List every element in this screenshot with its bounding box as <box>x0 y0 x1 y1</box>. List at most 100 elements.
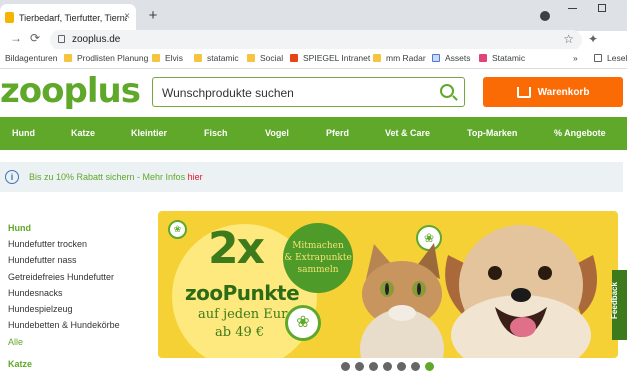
cart-label: Warenkorb <box>537 86 590 98</box>
dog-image <box>445 225 597 358</box>
sidebar-section-hund[interactable]: Hund <box>8 223 148 239</box>
radar-icon <box>373 54 381 62</box>
assets-icon <box>432 54 440 62</box>
reload-icon[interactable]: ⟳ <box>30 31 40 45</box>
profile-icon[interactable] <box>540 11 550 21</box>
tab-close-icon[interactable]: × <box>124 11 130 22</box>
folder-icon <box>64 54 72 62</box>
carousel-dot[interactable] <box>355 362 364 371</box>
bookmark-item[interactable]: Social <box>247 53 283 63</box>
bookmark-item[interactable]: statamic <box>194 53 239 63</box>
badge-line: sammeln <box>297 265 339 275</box>
category-vogel[interactable]: Vogel <box>265 128 289 138</box>
badge-line: & Extrapunkte <box>284 253 352 263</box>
bookmark-item[interactable]: Elvis <box>152 53 183 63</box>
bookmark-label: Prodlisten Planung <box>77 53 149 63</box>
bookmark-label: Social <box>260 53 284 63</box>
address-bar[interactable]: zooplus.de ☆ <box>50 30 582 50</box>
sidebar-more-link[interactable]: Alle <box>8 337 148 359</box>
carousel-dot[interactable] <box>383 362 392 371</box>
category-angebote[interactable]: % Angebote <box>554 128 606 138</box>
category-vet-care[interactable]: Vet & Care <box>385 128 430 138</box>
bookmark-label: Elvis <box>165 53 183 63</box>
reading-list-label: Leseli <box>607 53 627 63</box>
info-link[interactable]: hier <box>188 172 203 182</box>
cart-icon <box>516 86 531 98</box>
info-message: Bis zu 10% Rabatt sichern - Mehr Infos <box>29 172 188 182</box>
extensions-icon[interactable]: ✦ <box>588 32 598 46</box>
forward-arrow-icon[interactable]: → <box>10 31 22 45</box>
carousel-dot[interactable] <box>369 362 378 371</box>
sidebar-item[interactable]: Hundefutter trocken <box>8 239 148 255</box>
bookmark-item[interactable]: Prodlisten Planung <box>64 53 148 63</box>
carousel-dot[interactable] <box>341 362 350 371</box>
tab-favicon-icon <box>5 12 14 23</box>
reading-list-icon <box>594 54 602 62</box>
search-icon[interactable] <box>440 84 454 98</box>
bookmark-label: SPIEGEL Intranet <box>303 53 371 63</box>
badge-line: Mitmachen <box>292 241 344 251</box>
sidebar-item[interactable]: Getreidefreies Hundefutter <box>8 272 148 288</box>
bookmarks-bar: Bildagenturen Prodlisten Planung Elvis s… <box>0 49 627 69</box>
bookmark-label: Assets <box>445 53 471 63</box>
statamic-icon <box>479 54 487 62</box>
lock-icon <box>58 35 65 43</box>
promo-title: zooPunkte <box>185 281 300 305</box>
bookmark-label: Statamic <box>492 53 526 63</box>
browser-tab-bar: Tierbedarf, Tierfutter, Tiernahrung × + <box>0 0 627 31</box>
sidebar-item[interactable]: Hundespielzeug <box>8 304 148 320</box>
promo-threshold: ab 49 € <box>215 325 265 340</box>
cart-button[interactable]: Warenkorb <box>483 77 623 107</box>
promo-subtitle: auf jeden Euro <box>198 307 296 322</box>
extrapunkte-badge: Mitmachen & Extrapunkte sammeln <box>283 223 353 293</box>
carousel-dot[interactable] <box>411 362 420 371</box>
bookmark-label: statamic <box>207 53 239 63</box>
bookmark-item[interactable]: mm Radar <box>373 53 426 63</box>
bookmark-item[interactable]: Assets <box>432 53 471 63</box>
feedback-tab[interactable]: Feedback <box>609 270 627 340</box>
bookmark-item[interactable]: Statamic <box>479 53 525 63</box>
folder-icon <box>194 54 202 62</box>
category-kleintier[interactable]: Kleintier <box>131 128 167 138</box>
folder-icon <box>152 54 160 62</box>
category-hund[interactable]: Hund <box>12 128 35 138</box>
window-minimize-button[interactable] <box>568 8 577 9</box>
bookmark-label: Bildagenturen <box>5 53 58 63</box>
site-logo[interactable]: zooplus <box>0 73 141 109</box>
folder-icon <box>247 54 255 62</box>
spiegel-icon <box>290 54 298 62</box>
browser-toolbar: → ⟳ zooplus.de ☆ ✦ <box>0 30 627 50</box>
search-input[interactable]: Wunschprodukte suchen <box>152 77 465 107</box>
search-placeholder: Wunschprodukte suchen <box>162 86 294 100</box>
paw-icon: ❀ <box>168 220 187 239</box>
category-pferd[interactable]: Pferd <box>326 128 349 138</box>
category-katze[interactable]: Katze <box>71 128 95 138</box>
sidebar-item[interactable]: Hundebetten & Hundekörbe <box>8 320 148 336</box>
info-icon: i <box>5 170 19 184</box>
carousel-dot-active[interactable] <box>425 362 434 371</box>
bookmark-label: mm Radar <box>386 53 426 63</box>
new-tab-button[interactable]: + <box>145 7 161 24</box>
promo-banner[interactable]: ❀ 2x zooPunkte auf jeden Euro ab 49 € Mi… <box>158 211 618 358</box>
carousel-dot[interactable] <box>397 362 406 371</box>
sidebar-item[interactable]: Hundesnacks <box>8 288 148 304</box>
bookmark-item[interactable]: SPIEGEL Intranet <box>290 53 370 63</box>
reading-list[interactable]: Leseli <box>594 53 627 63</box>
bookmarks-overflow-button[interactable]: » <box>573 53 578 63</box>
bookmark-item[interactable]: Bildagenturen <box>5 53 57 63</box>
sidebar-item[interactable]: Hundefutter nass <box>8 255 148 271</box>
sidebar-section-katze[interactable]: Katze <box>8 359 148 375</box>
window-maximize-button[interactable] <box>598 4 606 12</box>
carousel-dots <box>341 362 434 371</box>
feedback-label: Feedback <box>609 282 619 319</box>
category-nav: Hund Katze Kleintier Fisch Vogel Pferd V… <box>0 117 627 150</box>
info-banner: i Bis zu 10% Rabatt sichern - Mehr Infos… <box>0 162 623 192</box>
url-text[interactable]: zooplus.de <box>72 34 120 45</box>
bookmark-star-icon[interactable]: ☆ <box>563 32 574 46</box>
category-top-marken[interactable]: Top-Marken <box>467 128 517 138</box>
browser-tab[interactable]: Tierbedarf, Tierfutter, Tiernahrung × <box>0 4 136 31</box>
category-sidebar: Hund Hundefutter trocken Hundefutter nas… <box>8 223 148 375</box>
tab-title: Tierbedarf, Tierfutter, Tiernahrung <box>19 12 127 23</box>
paw-icon: ❀ <box>285 305 321 341</box>
category-fisch[interactable]: Fisch <box>204 128 228 138</box>
